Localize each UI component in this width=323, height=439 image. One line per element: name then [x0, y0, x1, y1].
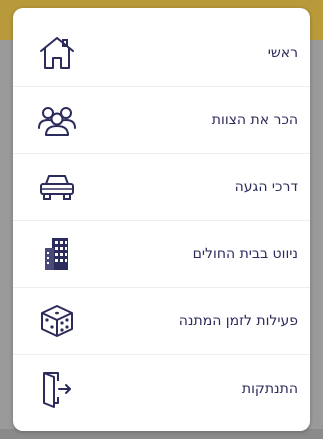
menu-item-label: הכר את הצוות — [211, 112, 298, 128]
menu-item-waiting-activities[interactable]: פעילות לזמן המתנה — [13, 288, 310, 355]
building-icon — [33, 230, 81, 278]
dice-icon — [33, 297, 81, 345]
menu-item-label: דרכי הגעה — [234, 179, 298, 195]
menu-item-hospital-navigation[interactable]: ניווט בבית החולים — [13, 221, 310, 288]
menu-item-home[interactable]: ראשי — [13, 20, 310, 87]
menu-item-label: פעילות לזמן המתנה — [178, 313, 298, 329]
home-icon — [33, 29, 81, 77]
car-icon — [33, 163, 81, 211]
background-left — [0, 40, 14, 439]
background-right — [309, 40, 323, 439]
menu-item-team[interactable]: הכר את הצוות — [13, 87, 310, 154]
menu-item-label: התנתקות — [241, 380, 298, 397]
side-menu: ראשי הכר את הצוות דרכי הגעה ניווט בבית ה… — [13, 8, 310, 431]
team-icon — [33, 96, 81, 144]
menu-item-label: ניווט בבית החולים — [192, 246, 298, 262]
menu-item-logout[interactable]: התנתקות — [13, 355, 310, 422]
menu-item-label: ראשי — [267, 45, 298, 61]
menu-item-directions[interactable]: דרכי הגעה — [13, 154, 310, 221]
logout-door-icon — [33, 365, 81, 413]
